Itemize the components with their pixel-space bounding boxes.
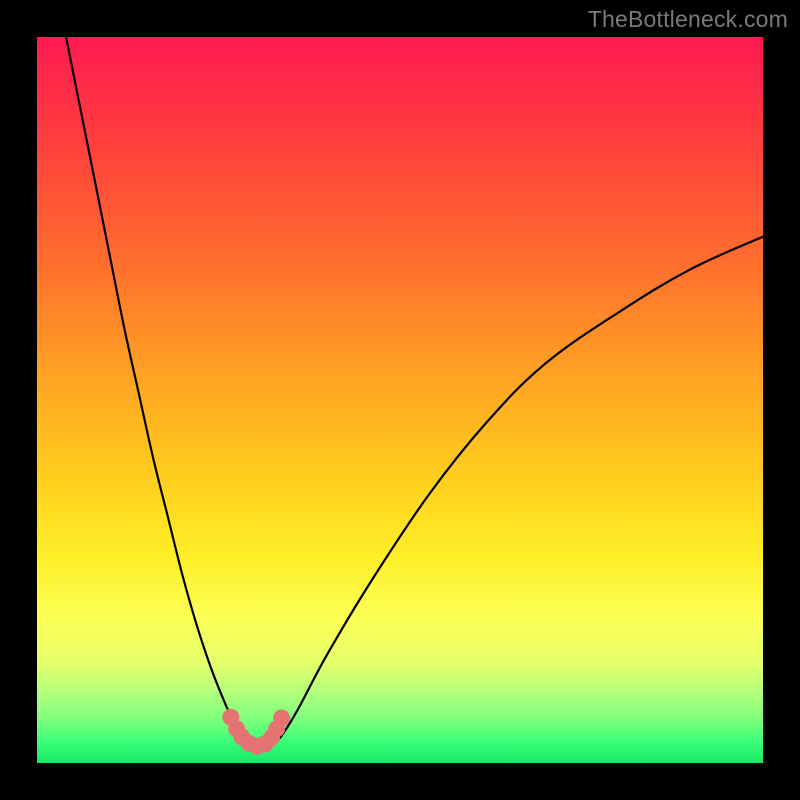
watermark-text: TheBottleneck.com (588, 6, 788, 33)
bottleneck-curve (37, 37, 763, 763)
curve-line (66, 37, 763, 749)
curve-marker (273, 709, 290, 726)
curve-markers (222, 709, 290, 755)
chart-frame: TheBottleneck.com (0, 0, 800, 800)
plot-area (37, 37, 763, 763)
